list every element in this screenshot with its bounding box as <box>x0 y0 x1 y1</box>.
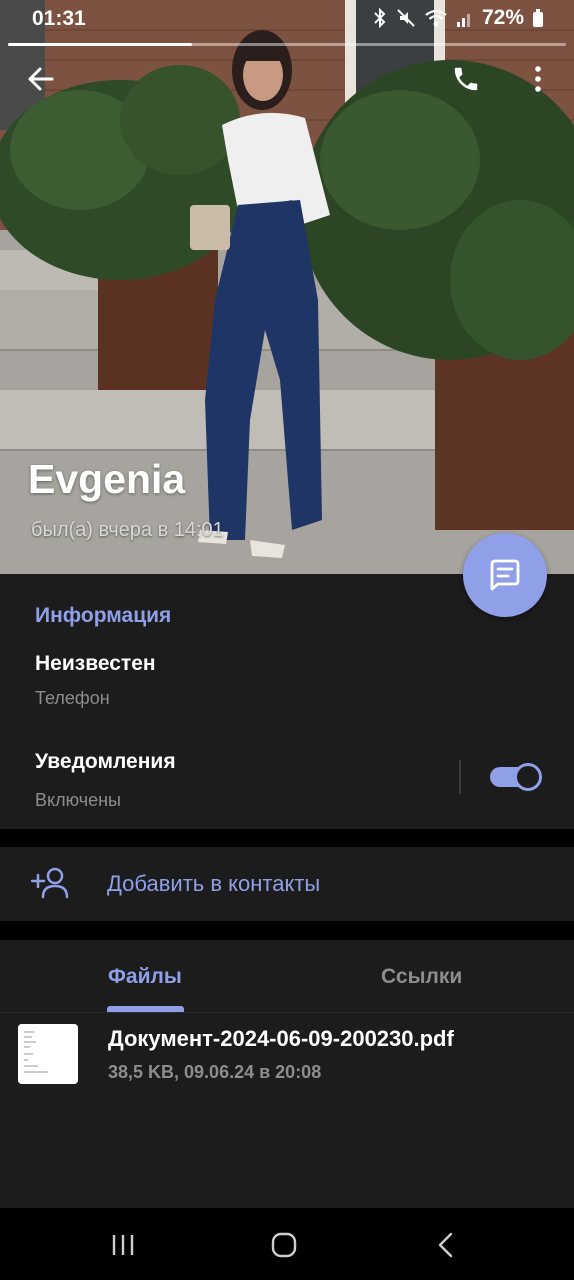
back-button[interactable] <box>17 55 65 103</box>
status-bar: 01:31 72% <box>0 0 574 40</box>
home-button[interactable] <box>264 1228 304 1262</box>
add-to-contacts-button[interactable]: Добавить в контакты <box>0 847 574 921</box>
vertical-divider <box>459 760 461 794</box>
battery-percent: 72% <box>481 6 524 29</box>
more-vertical-icon <box>535 66 541 92</box>
info-section-title: Информация <box>35 604 172 627</box>
file-name: Документ-2024-06-09-200230.pdf <box>108 1026 454 1051</box>
phone-value[interactable]: Неизвестен <box>35 652 156 676</box>
profile-photo[interactable]: 01:31 72% Evgenia был(а) вчера в 14:01 <box>0 0 574 574</box>
profile-name: Evgenia <box>28 456 186 502</box>
recents-icon <box>112 1235 134 1255</box>
home-icon <box>271 1232 297 1258</box>
file-thumbnail <box>18 1024 78 1084</box>
tabs-divider <box>0 1012 574 1013</box>
status-icons: 72% <box>372 6 544 30</box>
add-person-icon <box>31 867 69 899</box>
arrow-left-icon <box>28 67 54 91</box>
phone-label: Телефон <box>35 688 110 708</box>
call-button[interactable] <box>442 55 490 103</box>
file-meta: 38,5 KB, 09.06.24 в 20:08 <box>108 1062 322 1082</box>
document-preview-icon <box>18 1024 78 1084</box>
story-progress-fill <box>8 43 193 46</box>
notifications-toggle[interactable] <box>490 763 542 791</box>
phone-icon <box>454 67 478 91</box>
shared-media-section: Файлы Ссылки Документ-2024-06-09-200230.… <box>0 940 574 1208</box>
system-nav-bar <box>0 1208 574 1280</box>
tab-files[interactable]: Файлы <box>108 965 182 989</box>
mute-icon <box>397 9 415 27</box>
tab-links[interactable]: Ссылки <box>381 965 462 989</box>
file-list-item[interactable]: Документ-2024-06-09-200230.pdf 38,5 KB, … <box>0 1020 574 1092</box>
story-progress-track <box>8 43 566 46</box>
more-button[interactable] <box>514 55 562 103</box>
status-time: 01:31 <box>32 7 86 30</box>
back-nav-icon <box>438 1232 453 1258</box>
notifications-status: Включены <box>35 790 121 810</box>
send-message-button[interactable] <box>463 533 547 617</box>
recents-button[interactable] <box>103 1228 143 1262</box>
add-to-contacts-label: Добавить в контакты <box>107 871 321 896</box>
signal-icon <box>456 14 470 27</box>
bluetooth-icon <box>374 8 386 28</box>
message-icon <box>490 559 520 591</box>
last-seen-status: был(а) вчера в 14:01 <box>31 519 224 541</box>
toggle-knob <box>514 763 542 791</box>
battery-icon <box>533 9 543 27</box>
wifi-icon <box>425 9 447 27</box>
system-back-button[interactable] <box>426 1228 466 1262</box>
notifications-title[interactable]: Уведомления <box>35 750 176 774</box>
